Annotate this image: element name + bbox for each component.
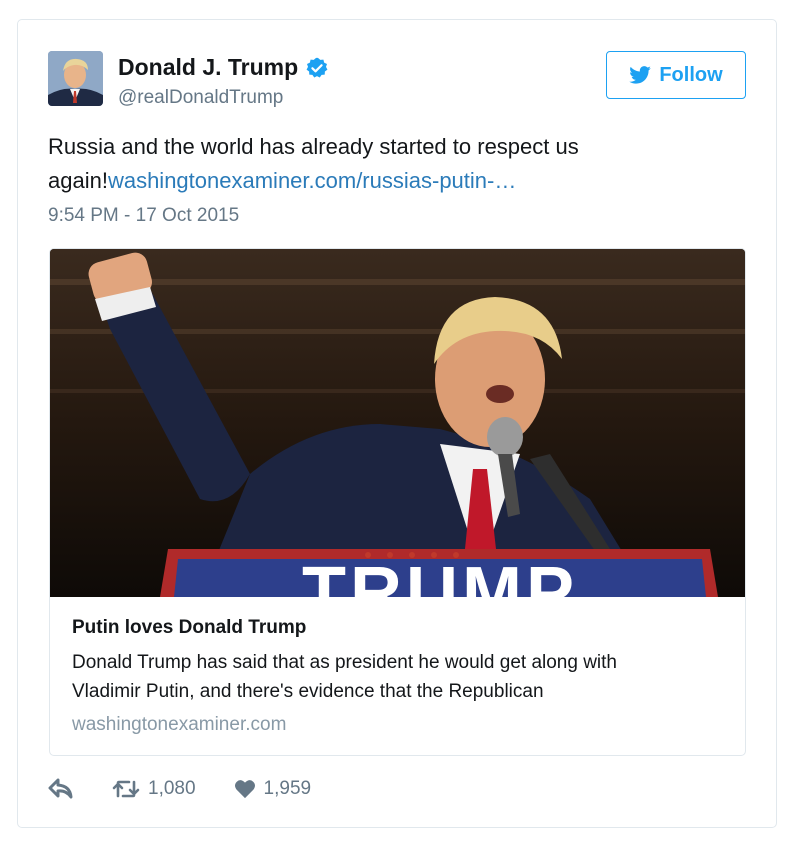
embedded-tweet: Donald J. Trump @realDonaldTrump Follow … bbox=[17, 19, 777, 828]
user-name-block[interactable]: Donald J. Trump @realDonaldTrump bbox=[118, 54, 328, 109]
display-name[interactable]: Donald J. Trump bbox=[118, 54, 328, 81]
card-description-line-1: Donald Trump has said that as president … bbox=[72, 652, 617, 673]
verified-badge-icon bbox=[306, 57, 328, 77]
heart-icon bbox=[234, 780, 255, 799]
retweet-count: 1,080 bbox=[148, 778, 196, 799]
card-description: Donald Trump has said that as president … bbox=[72, 648, 722, 706]
avatar[interactable] bbox=[48, 51, 103, 106]
link-card[interactable]: TRUMP Putin loves Donald Trump Donald Tr… bbox=[49, 248, 746, 756]
follow-button-label: Follow bbox=[659, 63, 723, 86]
user-handle[interactable]: @realDonaldTrump bbox=[118, 87, 328, 109]
card-domain[interactable]: washingtonexaminer.com bbox=[72, 714, 722, 736]
profile-photo bbox=[48, 51, 103, 106]
tweet-timestamp[interactable]: 9:54 PM - 17 Oct 2015 bbox=[48, 205, 239, 227]
podium-text: TRUMP bbox=[302, 553, 578, 597]
follow-button[interactable]: Follow bbox=[606, 51, 746, 99]
card-description-line-2: Vladimir Putin, and there's evidence tha… bbox=[72, 681, 544, 702]
retweet-icon bbox=[112, 780, 140, 798]
card-photo: TRUMP bbox=[50, 249, 745, 633]
like-action[interactable]: 1,959 bbox=[234, 778, 312, 800]
card-title[interactable]: Putin loves Donald Trump bbox=[72, 617, 722, 639]
card-body[interactable]: Putin loves Donald Trump Donald Trump ha… bbox=[72, 617, 722, 736]
tweet-text: Russia and the world has already started… bbox=[48, 130, 728, 198]
twitter-bird-icon bbox=[629, 66, 652, 84]
display-name-text[interactable]: Donald J. Trump bbox=[118, 54, 298, 81]
like-count: 1,959 bbox=[263, 778, 312, 799]
retweet-action[interactable]: 1,080 bbox=[112, 778, 196, 800]
reply-action[interactable] bbox=[48, 778, 74, 800]
card-image[interactable]: TRUMP bbox=[50, 249, 745, 633]
tweet-link[interactable]: washingtonexaminer.com/russias-putin-… bbox=[108, 168, 516, 193]
reply-icon bbox=[48, 778, 73, 799]
tweet-actions: 1,080 1,959 bbox=[48, 778, 311, 800]
